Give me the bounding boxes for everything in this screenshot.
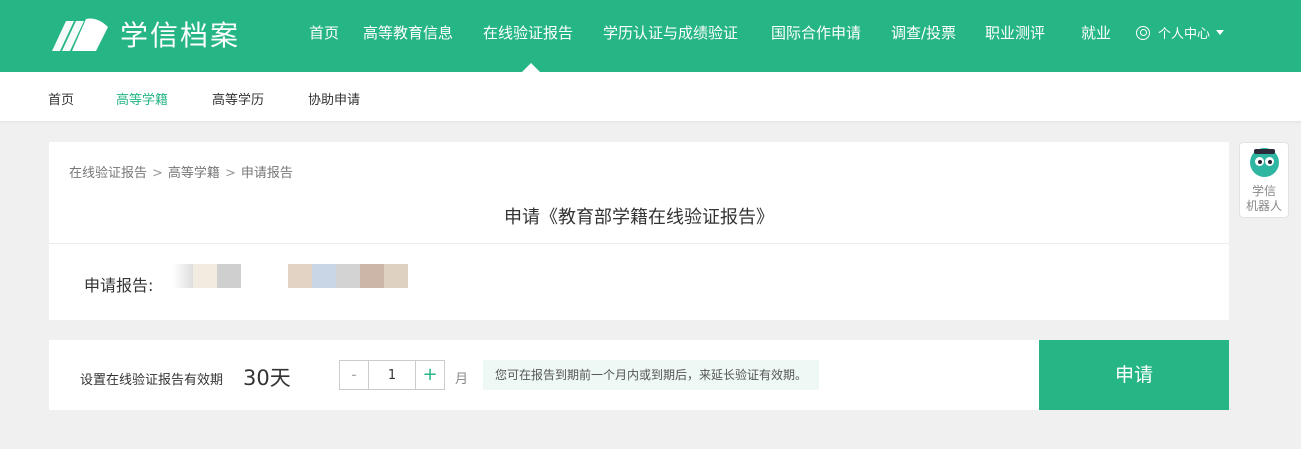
chevron-down-icon <box>1216 30 1225 35</box>
apply-button[interactable]: 申请 <box>1039 340 1229 410</box>
nav-survey-vote[interactable]: 调查/投票 <box>891 22 956 43</box>
validity-card: 设置在线验证报告有效期 30天 - + 月 您可在报告到期前一个月内或到期后，来… <box>49 340 1229 410</box>
subnav-home[interactable]: 首页 <box>48 89 74 108</box>
page-title: 申请《教育部学籍在线验证报告》 <box>504 207 774 228</box>
chat-robot-button[interactable]: 学信 机器人 <box>1239 142 1289 218</box>
nav-online-verification-report[interactable]: 在线验证报告 <box>483 22 573 43</box>
breadcrumb-online-report[interactable]: 在线验证报告 <box>69 166 147 181</box>
logo-text: 学信档案 <box>120 19 241 52</box>
decrement-button[interactable]: - <box>340 361 369 389</box>
increment-button[interactable]: + <box>415 361 444 389</box>
validity-label: 设置在线验证报告有效期 <box>80 373 224 388</box>
user-icon <box>1136 25 1150 40</box>
months-stepper: - + <box>339 360 445 390</box>
extension-tip: 您可在报告到期前一个月内或到期后，来延长验证有效期。 <box>483 360 820 390</box>
user-center-label: 个人中心 <box>1158 27 1211 42</box>
nav-home[interactable]: 首页 <box>309 22 339 43</box>
months-input[interactable] <box>369 361 415 389</box>
sub-nav: 首页 高等学籍 高等学历 协助申请 <box>0 72 1301 122</box>
active-nav-indicator <box>522 63 540 72</box>
divider <box>49 243 1229 244</box>
subnav-higher-status[interactable]: 高等学籍 <box>116 89 168 108</box>
top-header: 学信档案 首页 高等教育信息 在线验证报告 学历认证与成绩验证 国际合作申请 调… <box>0 0 1301 72</box>
subnav-higher-degree[interactable]: 高等学历 <box>212 89 264 108</box>
nav-employment[interactable]: 就业 <box>1081 22 1111 43</box>
robot-label: 学信 机器人 <box>1245 184 1282 213</box>
nav-degree-certification[interactable]: 学历认证与成绩验证 <box>603 22 738 43</box>
breadcrumb-separator: > <box>152 166 163 181</box>
user-center-dropdown[interactable]: 个人中心 <box>1136 23 1225 42</box>
subnav-assist-apply[interactable]: 协助申请 <box>308 89 360 108</box>
month-unit: 月 <box>455 372 469 387</box>
breadcrumb-higher-status[interactable]: 高等学籍 <box>168 166 220 181</box>
breadcrumb-separator: > <box>224 166 236 181</box>
apply-report-card: 在线验证报告 > 高等学籍 > 申请报告 申请《教育部学籍在线验证报告》 申请报告: <box>49 142 1229 320</box>
logo[interactable]: 学信档案 <box>48 14 240 54</box>
report-label: 申请报告: <box>84 276 154 295</box>
validity-value: 30天 <box>243 366 291 390</box>
nav-career-assessment[interactable]: 职业测评 <box>985 22 1045 43</box>
robot-owl-icon <box>1250 148 1279 177</box>
nav-higher-education-info[interactable]: 高等教育信息 <box>363 22 453 43</box>
logo-book-icon <box>52 18 108 51</box>
breadcrumb-current: 申请报告 <box>240 166 293 181</box>
nav-international-cooperation[interactable]: 国际合作申请 <box>771 22 861 43</box>
breadcrumb: 在线验证报告 > 高等学籍 > 申请报告 <box>69 162 293 181</box>
